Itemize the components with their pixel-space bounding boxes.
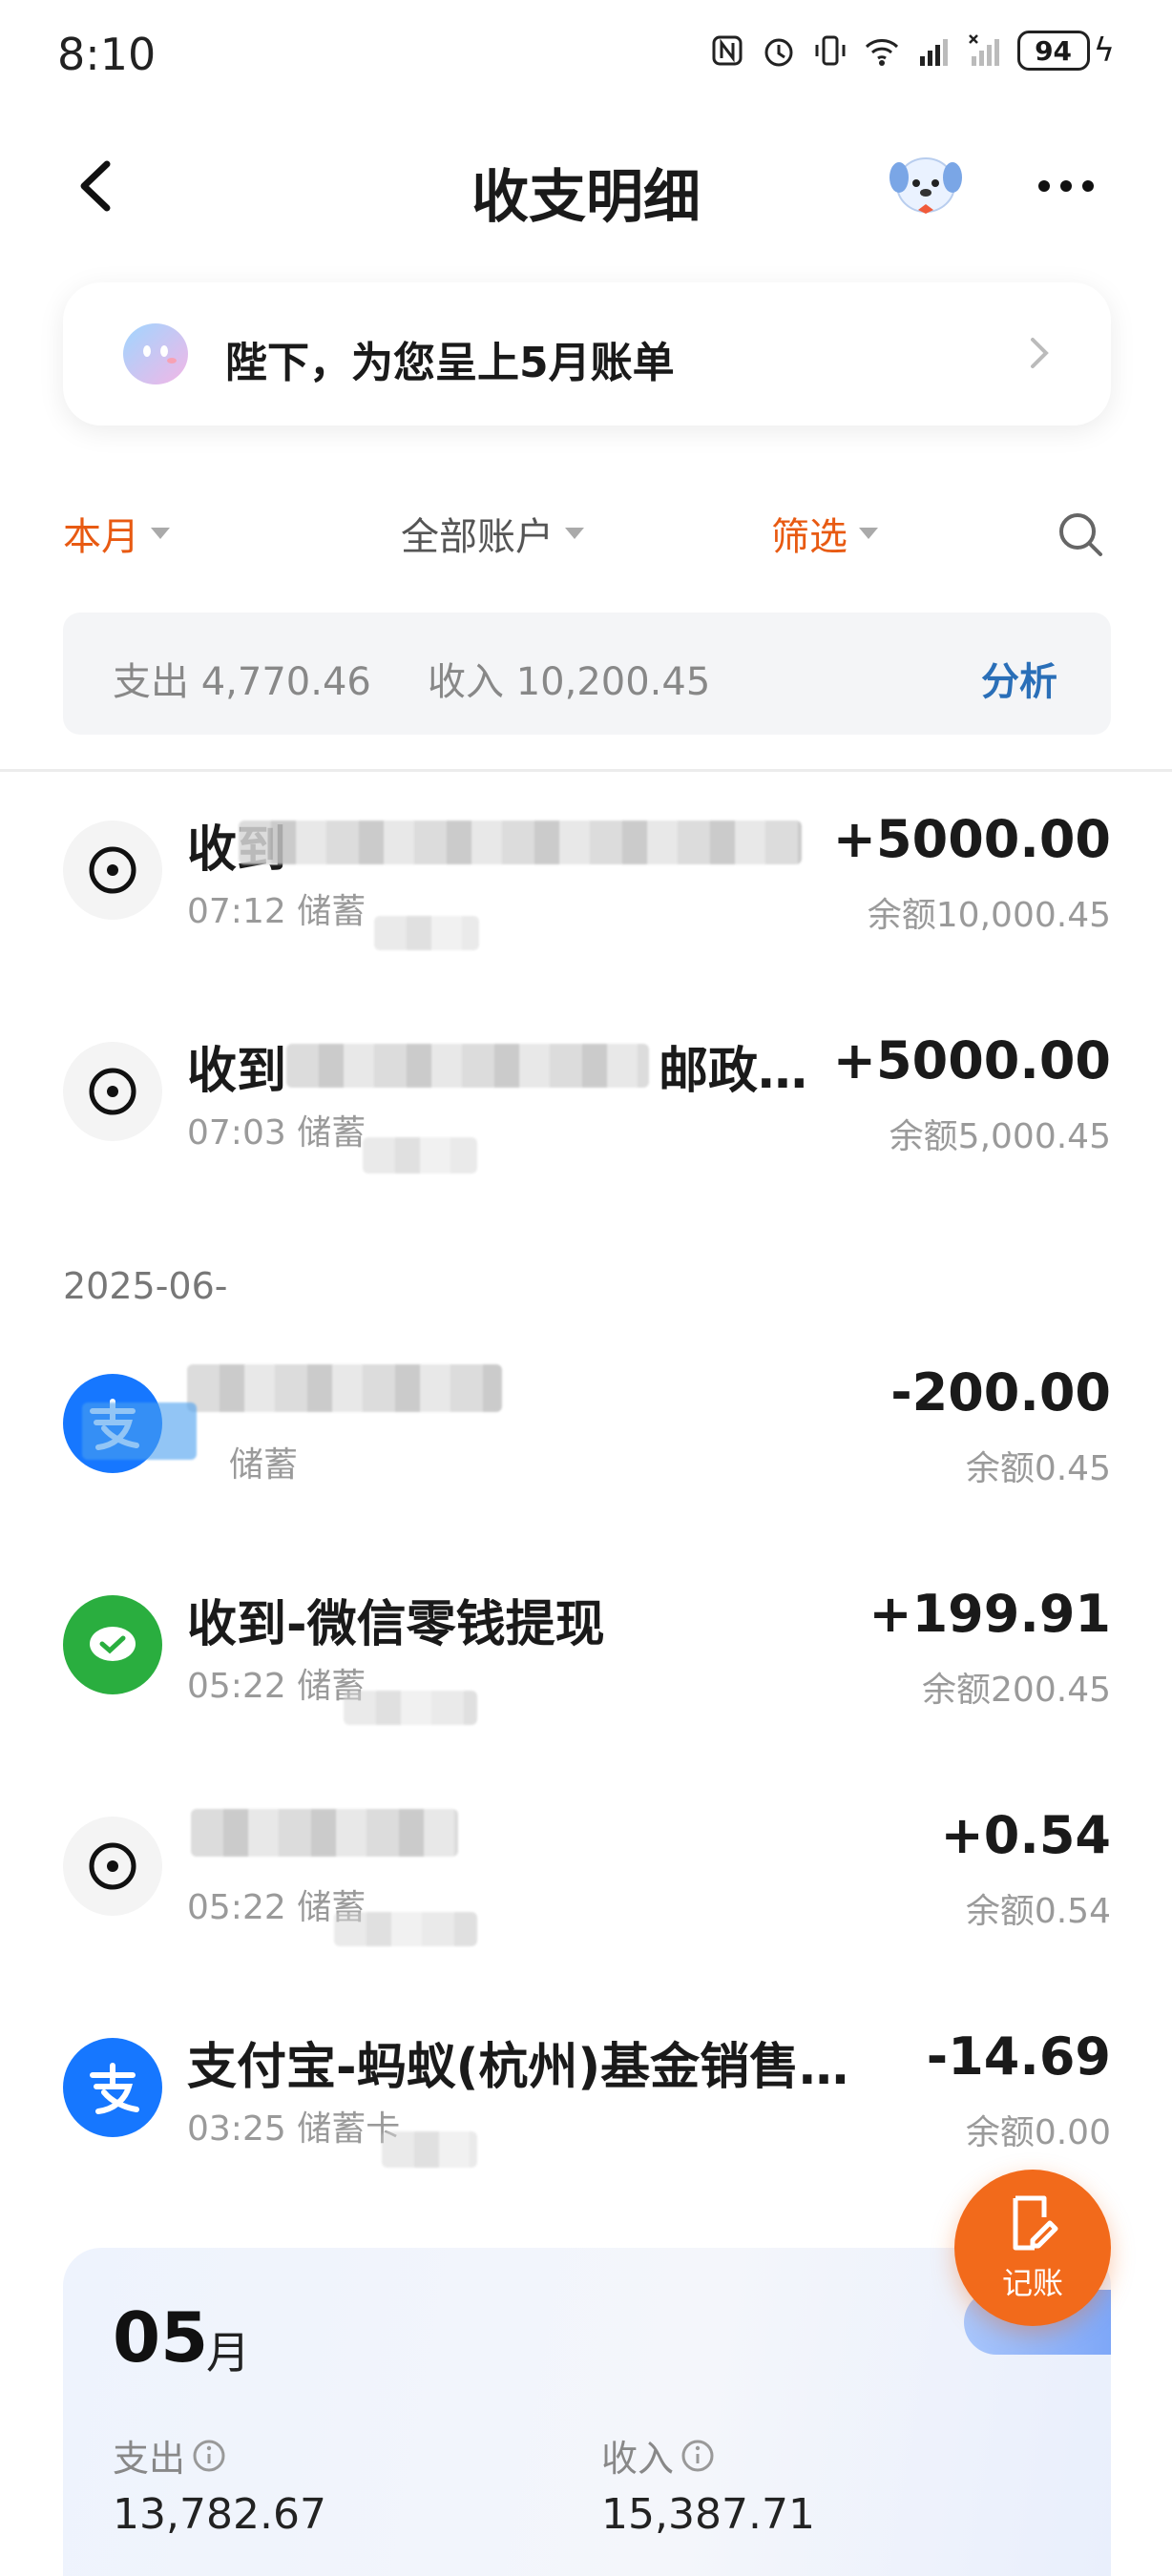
caret-down-icon [565,528,584,539]
info-icon[interactable] [191,2438,227,2474]
transaction-balance: 余额10,000.45 [867,896,1111,935]
month-expense-value: 13,782.67 [113,2490,326,2539]
monthly-bill-banner[interactable]: 陛下，为您呈上5月账单 [63,282,1111,426]
month-filter-label: 本月 [63,515,139,559]
signal-4g-icon [919,39,948,66]
transaction-balance: 余额200.45 [922,1671,1111,1710]
section-divider [0,769,1172,772]
caret-down-icon [859,528,878,539]
transaction-row[interactable]: 收到-微信零钱提现 05:22 储蓄 +199.91 余额200.45 [0,1557,1172,1767]
page-title: 收支明细 [471,164,701,231]
search-icon[interactable] [1056,509,1105,559]
transaction-amount: +5000.00 [832,809,1111,869]
transaction-balance: 余额0.00 [965,2113,1111,2152]
fab-label: 记账 [1001,2265,1063,2301]
transaction-balance: 余额0.54 [965,1892,1111,1931]
transaction-title: 收到-微信零钱提现 [187,1596,605,1653]
assistant-bubble-icon [123,323,188,384]
transaction-title: 支付宝-蚂蚁(杭州)基金销售有... [187,2039,874,2096]
transfer-icon [63,1042,162,1141]
transaction-amount: +5000.00 [832,1030,1111,1091]
transaction-amount: -14.69 [926,2026,1111,2087]
transaction-title-tail: 邮政储蓄... [659,1043,811,1100]
month-income-label: 收入 [601,2438,675,2480]
analyze-link[interactable]: 分析 [981,651,1057,706]
transaction-amount: -200.00 [890,1362,1111,1423]
transaction-time-account: 07:03 储蓄 [187,1113,366,1153]
month-expense-label: 支出 [113,2438,186,2480]
caret-down-icon [151,528,170,539]
wifi-icon [865,39,898,66]
screen-filter-label: 筛选 [771,515,848,559]
redacted-area [363,1137,477,1174]
month-number: 05 [113,2297,209,2378]
more-menu-icon[interactable] [1033,162,1099,210]
vibrate-icon [815,35,846,66]
bookkeeping-fab[interactable]: 记账 [954,2170,1111,2326]
redacted-area [187,1364,502,1412]
battery-indicator: 94 ϟ [1016,31,1115,71]
account-filter-label: 全部账户 [401,515,554,559]
redacted-area [334,1912,477,1946]
month-summary-card[interactable]: 05 月 支出 13,782.67 收入 15,387.71 [63,2248,1111,2576]
assistant-mascot-icon[interactable] [882,147,970,223]
charging-icon: ϟ [1093,31,1115,70]
chevron-right-icon [1031,338,1049,368]
screen-filter[interactable]: 筛选 [771,506,878,561]
transaction-row[interactable]: 收到 邮政储蓄... 07:03 储蓄 +5000.00 余额5,000.45 [0,1004,1172,1214]
signal-nosim-icon [968,34,999,66]
transaction-amount: +0.54 [940,1805,1111,1865]
transaction-amount: +199.91 [869,1584,1111,1644]
status-bar: 8:10 94 ϟ [0,0,1172,114]
month-expense-label-group: 支出 [113,2429,227,2482]
month-filter[interactable]: 本月 [63,506,170,561]
transaction-row[interactable]: 储蓄 -200.00 余额0.45 [0,1336,1172,1546]
transaction-time-account: 05:22 储蓄 [187,1667,366,1706]
alipay-icon [63,2038,162,2137]
transaction-row[interactable]: 收到 07:12 储蓄 +5000.00 余额10,000.45 [0,782,1172,992]
redacted-area [382,2131,477,2168]
transfer-icon [63,821,162,920]
nfc-icon [712,35,743,66]
month-income-label-group: 收入 [601,2429,716,2482]
redacted-area [344,1691,477,1725]
alarm-icon [764,38,793,67]
month-unit: 月 [206,2327,250,2379]
period-summary: 支出 4,770.46 收入 10,200.45 分析 [63,613,1111,735]
redacted-area [82,1402,197,1460]
transaction-row[interactable]: 05:22 储蓄 +0.54 余额0.54 [0,1778,1172,1988]
date-header: 2025-06- [63,1265,228,1307]
redacted-area [374,916,479,950]
status-icons: 94 ϟ [708,31,1115,71]
account-filter[interactable]: 全部账户 [401,506,584,561]
wechat-icon [63,1595,162,1694]
banner-text: 陛下，为您呈上5月账单 [225,339,675,387]
redacted-area [239,821,802,864]
transaction-balance: 余额0.45 [965,1449,1111,1488]
battery-level: 94 [1016,31,1090,71]
month-income-value: 15,387.71 [601,2490,815,2539]
transfer-icon [63,1817,162,1916]
transaction-balance: 余额5,000.45 [889,1117,1111,1156]
filter-bar: 本月 全部账户 筛选 [0,506,1172,572]
summary-income: 收入 10,200.45 [428,660,711,704]
transaction-time-account: 储蓄 [229,1445,299,1485]
redacted-area [286,1044,649,1088]
transaction-title: 收到 [187,1043,287,1100]
status-time: 8:10 [57,29,157,80]
nav-bar: 收支明细 [0,124,1172,248]
note-edit-icon [1013,2195,1058,2251]
transaction-time-account: 03:25 储蓄卡 [187,2109,401,2149]
redacted-area [191,1809,458,1857]
summary-expense: 支出 4,770.46 [113,660,371,704]
transaction-time-account: 07:12 储蓄 [187,892,366,931]
info-icon[interactable] [680,2438,716,2474]
